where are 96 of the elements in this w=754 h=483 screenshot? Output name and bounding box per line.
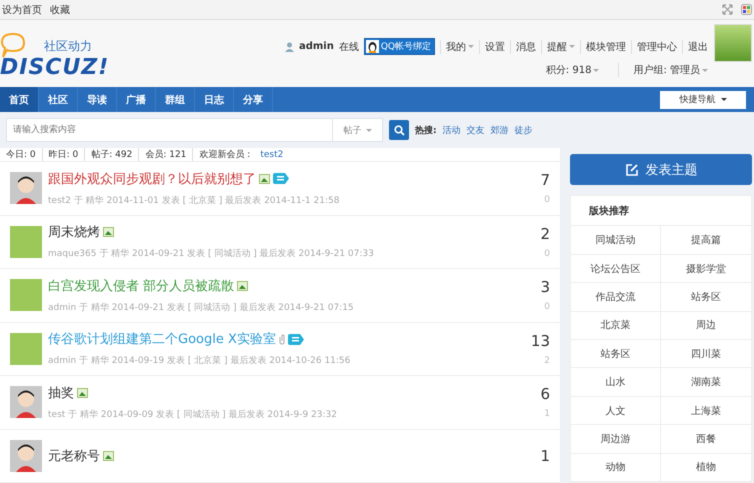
logo-wordmark[interactable]: DISCUZ! xyxy=(0,55,120,80)
avatar-photo-placeholder[interactable] xyxy=(714,24,752,62)
forum-link[interactable]: 植物 xyxy=(661,454,751,482)
reply-count: 6 xyxy=(540,385,550,404)
thread-title-link[interactable]: 白宫发现入侵者 部分人员被疏散 xyxy=(48,276,234,295)
search-icon xyxy=(394,124,404,136)
penguin-icon xyxy=(366,40,379,53)
credits-link[interactable]: 积分: 918 xyxy=(540,63,600,77)
forum-stat: 帖子: 492 xyxy=(84,148,138,161)
nav-tab[interactable]: 日志 xyxy=(195,87,234,112)
new-member-link[interactable]: test2 xyxy=(260,150,284,160)
forum-link[interactable]: 摄影学堂 xyxy=(661,254,751,284)
avatar-silhouette-icon xyxy=(10,440,42,472)
forum-link[interactable]: 山水 xyxy=(571,368,661,397)
view-count: 0 xyxy=(544,195,550,206)
user-menu-link[interactable]: 管理中心 xyxy=(631,40,677,54)
forum-link[interactable]: 人文 xyxy=(571,396,661,426)
nav-tab[interactable]: 群组 xyxy=(156,87,195,112)
image-icon xyxy=(259,174,270,184)
view-count: 0 xyxy=(544,248,550,259)
avatar-silhouette-icon xyxy=(10,386,42,418)
user-menu-link[interactable]: 我的 xyxy=(440,40,474,54)
qq-bind-button[interactable]: QQ帐号绑定 xyxy=(364,38,435,55)
view-count: 1 xyxy=(544,409,550,420)
forum-link[interactable]: 论坛公告区 xyxy=(571,254,661,284)
user-menu-link[interactable]: 设置 xyxy=(479,40,505,54)
avatar-silhouette-icon xyxy=(10,172,42,204)
view-count: 2 xyxy=(544,356,550,366)
nav-tab[interactable]: 分享 xyxy=(234,87,273,112)
forum-link[interactable]: 西餐 xyxy=(661,425,751,454)
thread-meta: admin 于 精华 2014-09-21 发表 [ 同城活动 ] 最后发表 2014-9-21 07:15 xyxy=(48,302,355,314)
digest-badge-icon xyxy=(288,334,304,345)
nav-tab[interactable]: 广播 xyxy=(117,87,156,112)
forum-link[interactable]: 提高篇 xyxy=(661,226,751,255)
thread-meta: test2 于 精华 2014-11-01 发表 [ 北京菜 ] 最后发表 2014-11-1 21:58 xyxy=(48,194,340,207)
fullscreen-icon[interactable] xyxy=(722,4,733,15)
thread-title-link[interactable]: 周末烧烤 xyxy=(48,223,100,242)
forum-link[interactable]: 周边 xyxy=(661,312,751,340)
top-link[interactable]: 设为首页 xyxy=(2,2,42,16)
new-post-button[interactable]: 发表主题 xyxy=(570,154,752,186)
thread-meta: maque365 于 精华 2014-09-21 发表 [ 同城活动 ] 最后发表 2014-9-21 07:33 xyxy=(48,248,375,260)
hot-search-link[interactable]: 徒步 xyxy=(514,124,533,136)
forum-link[interactable]: 同城活动 xyxy=(571,226,661,255)
paperclip-icon xyxy=(278,334,285,345)
panel-title: 版块推荐 xyxy=(571,196,751,226)
hot-search-link[interactable]: 交友 xyxy=(466,124,485,136)
image-icon xyxy=(237,280,248,291)
forum-link[interactable]: 站务区 xyxy=(661,283,751,312)
forum-link[interactable]: 作品交流 xyxy=(571,283,661,312)
reply-count: 1 xyxy=(540,446,550,465)
quick-nav-button[interactable]: 快捷导航 xyxy=(660,90,746,108)
search-button[interactable] xyxy=(389,120,409,140)
nav-tab[interactable]: 社区 xyxy=(39,87,78,112)
reply-count: 7 xyxy=(540,171,550,190)
user-menu-link[interactable]: 模块管理 xyxy=(580,40,626,54)
user-icon xyxy=(284,42,294,52)
forum-link[interactable]: 北京菜 xyxy=(571,312,661,340)
forum-link[interactable]: 动物 xyxy=(571,454,661,482)
top-link[interactable]: 收藏 xyxy=(50,2,70,16)
logo-tagline: 社区动力 xyxy=(44,38,93,55)
forum-link[interactable]: 上海菜 xyxy=(661,396,751,426)
nav-tab[interactable]: 导读 xyxy=(78,87,117,112)
digest-badge-icon xyxy=(273,173,289,184)
nav-tab[interactable]: 首页 xyxy=(0,87,39,112)
username-link[interactable]: admin xyxy=(298,41,334,52)
thread-title-link[interactable]: 跟国外观众同步观剧？以后就别想了 xyxy=(48,170,256,188)
hot-search-link[interactable]: 郊游 xyxy=(490,124,509,136)
user-group-link[interactable]: 用户组: 管理员 xyxy=(618,63,708,77)
reply-count: 13 xyxy=(530,332,550,350)
forum-link[interactable]: 周边游 xyxy=(571,425,661,454)
welcome-label: 欢迎新会员 : xyxy=(192,148,256,161)
thread-title-link[interactable]: 元老称号 xyxy=(48,446,100,465)
reply-count: 3 xyxy=(540,278,550,296)
forum-stat: 会员: 121 xyxy=(138,148,192,161)
hot-search-link[interactable]: 活动 xyxy=(442,124,461,136)
reply-count: 2 xyxy=(540,224,550,243)
view-count: 0 xyxy=(544,302,550,312)
hot-search-label: 热搜: xyxy=(415,124,437,136)
forum-stat: 昨日: 0 xyxy=(42,148,84,161)
image-icon xyxy=(77,388,88,398)
edit-icon xyxy=(624,162,638,177)
image-icon xyxy=(103,227,114,238)
image-icon xyxy=(103,450,114,461)
search-field[interactable]: 请输入搜索内容 帖子 xyxy=(6,118,383,142)
thread-title-link[interactable]: 抽奖 xyxy=(48,384,74,402)
forum-link[interactable]: 湖南菜 xyxy=(661,368,751,397)
online-status: 在线 xyxy=(338,40,359,54)
user-menu-link[interactable]: 消息 xyxy=(510,40,536,54)
color-palette-icon[interactable] xyxy=(741,4,752,15)
thread-meta: admin 于 精华 2014-09-19 发表 [ 北京菜 ] 最后发表 2014-10-26 11:56 xyxy=(48,354,352,368)
forum-link[interactable]: 四川菜 xyxy=(661,340,751,368)
user-menu-link[interactable]: 退出 xyxy=(682,40,708,54)
forum-stat: 今日: 0 xyxy=(6,148,37,161)
thread-meta: test 于 精华 2014-09-09 发表 [ 同城活动 ] 最后发表 2014-9-9 23:32 xyxy=(48,408,338,421)
user-menu-link[interactable]: 提醒 xyxy=(541,40,575,54)
forum-link[interactable]: 站务区 xyxy=(571,340,661,368)
